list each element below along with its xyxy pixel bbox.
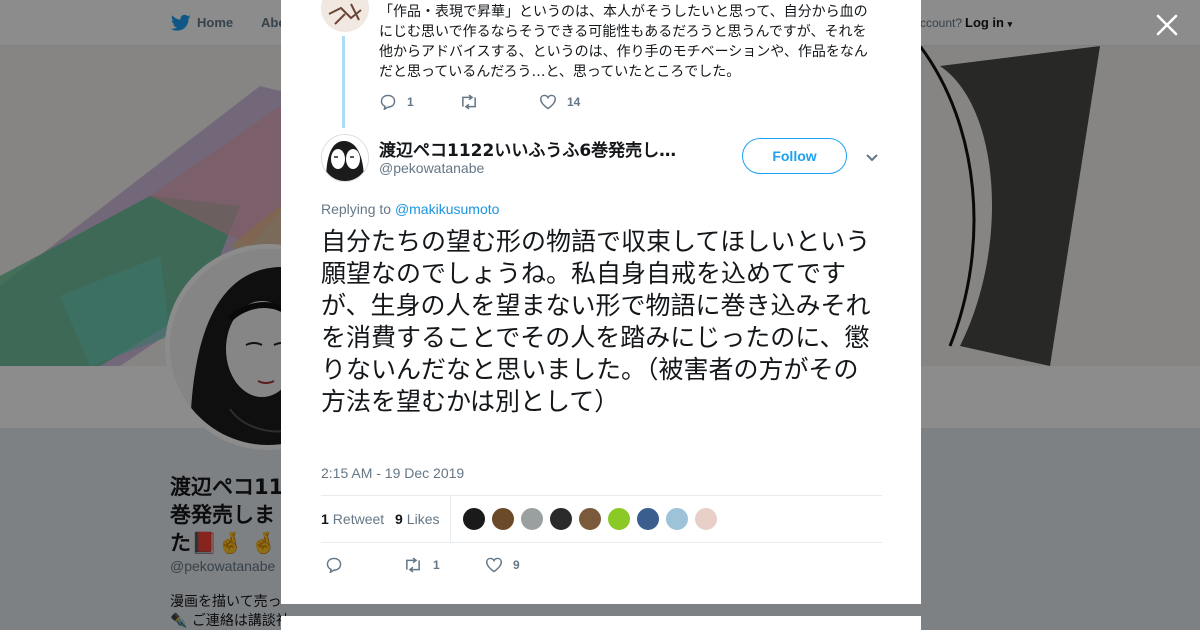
liker-avatar[interactable] <box>636 507 660 531</box>
replying-to-line: Replying to @makikusumoto <box>321 201 499 217</box>
tweet-stats: 1 Retweet 9 Likes <box>321 495 882 543</box>
reply-button[interactable]: 1 <box>379 94 459 110</box>
retweet-stat-label: Retweet <box>332 511 385 527</box>
like-button[interactable]: 9 <box>485 557 520 573</box>
close-icon[interactable] <box>1154 12 1180 38</box>
tweet-actions: 1 9 <box>325 555 520 575</box>
tweet-timestamp[interactable]: 2:15 AM - 19 Dec 2019 <box>321 465 464 481</box>
thread-connector-line <box>342 36 345 128</box>
chevron-down-icon[interactable] <box>864 150 880 164</box>
retweet-count: 1 <box>433 558 440 572</box>
stats-divider <box>450 496 451 543</box>
retweet-button[interactable] <box>459 94 539 110</box>
liker-avatar[interactable] <box>607 507 631 531</box>
liker-avatar[interactable] <box>520 507 544 531</box>
likes-stat[interactable]: 9 Likes <box>395 511 439 527</box>
next-tweet-card <box>281 616 921 630</box>
previous-tweet-avatar[interactable] <box>321 0 369 32</box>
likers-avatars <box>462 507 723 531</box>
replying-prefix: Replying to <box>321 201 392 217</box>
reply-icon <box>326 557 342 573</box>
likes-stat-label: Likes <box>406 511 440 527</box>
replying-to-link[interactable]: @makikusumoto <box>395 201 499 217</box>
avatar-drawing <box>321 0 369 32</box>
liker-avatar[interactable] <box>462 507 486 531</box>
liker-avatar[interactable] <box>694 507 718 531</box>
like-button[interactable]: 14 <box>539 94 580 110</box>
liker-avatar[interactable] <box>578 507 602 531</box>
liker-avatar[interactable] <box>665 507 689 531</box>
reply-count: 1 <box>407 95 414 109</box>
previous-tweet-text: 「作品・表現で昇華」というのは、本人がそうしたいと思って、自分から血のにじむ思い… <box>379 4 868 80</box>
like-count: 9 <box>513 558 520 572</box>
likes-stat-count: 9 <box>395 511 403 527</box>
retweet-icon <box>406 557 420 573</box>
heart-icon <box>539 94 557 110</box>
retweet-stat[interactable]: 1 Retweet <box>321 511 384 527</box>
heart-icon <box>485 557 503 573</box>
author-name[interactable]: 渡辺ペコ1122いいふうふ6巻発売し… <box>379 136 689 161</box>
reply-icon <box>380 94 396 110</box>
author-handle[interactable]: @pekowatanabe <box>379 160 484 176</box>
liker-avatar[interactable] <box>549 507 573 531</box>
previous-tweet-actions: 1 14 <box>379 92 580 112</box>
author-avatar[interactable] <box>321 134 369 182</box>
retweet-stat-count: 1 <box>321 511 329 527</box>
tweet-modal: 「作品・表現で昇華」というのは、本人がそうしたいと思って、自分から血のにじむ思い… <box>281 0 921 604</box>
retweet-icon <box>462 94 476 110</box>
reply-button[interactable] <box>325 557 403 573</box>
tweet-text: 自分たちの望む形の物語で収束してほしいという願望なのでしょうね。私自身自戒を込め… <box>321 227 871 416</box>
like-count: 14 <box>567 95 581 109</box>
retweet-button[interactable]: 1 <box>403 557 485 573</box>
liker-avatar[interactable] <box>491 507 515 531</box>
follow-button[interactable]: Follow <box>742 138 847 174</box>
avatar-drawing <box>322 135 368 181</box>
